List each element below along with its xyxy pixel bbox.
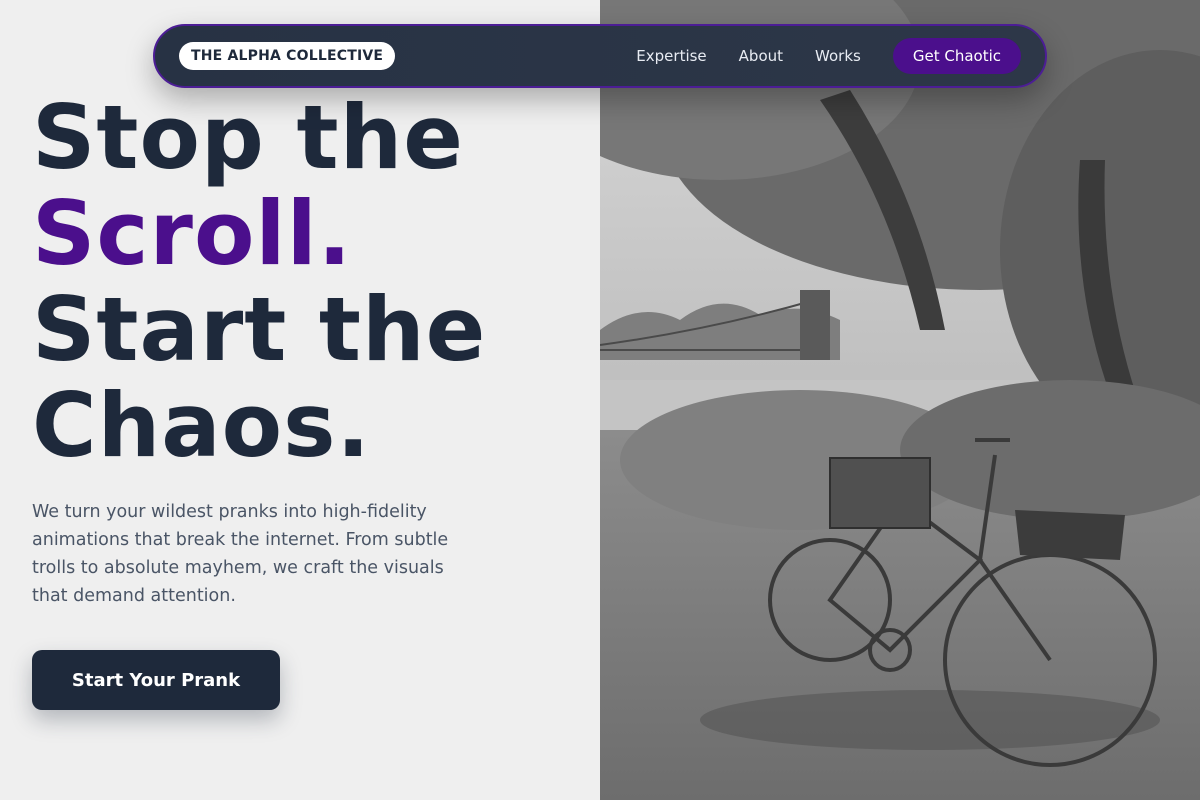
hero-photo bbox=[600, 0, 1200, 800]
brand-logo[interactable]: THE ALPHA COLLECTIVE bbox=[179, 42, 396, 70]
get-chaotic-button[interactable]: Get Chaotic bbox=[892, 38, 1021, 74]
start-your-prank-button[interactable]: Start Your Prank bbox=[32, 650, 280, 710]
hero-title: Stop the Scroll. Start the Chaos. bbox=[32, 90, 486, 474]
nav-link-about[interactable]: About bbox=[739, 47, 783, 65]
hero-title-line-4: Chaos. bbox=[32, 374, 371, 477]
hero-title-line-3: Start the bbox=[32, 278, 487, 381]
hero-title-line-2: Scroll. bbox=[32, 182, 353, 285]
hero-title-line-1: Stop the bbox=[32, 86, 464, 189]
nav-links: Expertise About Works Get Chaotic bbox=[636, 38, 1021, 74]
hero-description: We turn your wildest pranks into high-fi… bbox=[32, 502, 449, 606]
nav-link-expertise[interactable]: Expertise bbox=[636, 47, 706, 65]
nav-link-works[interactable]: Works bbox=[815, 47, 861, 65]
main-nav: THE ALPHA COLLECTIVE Expertise About Wor… bbox=[153, 24, 1047, 88]
